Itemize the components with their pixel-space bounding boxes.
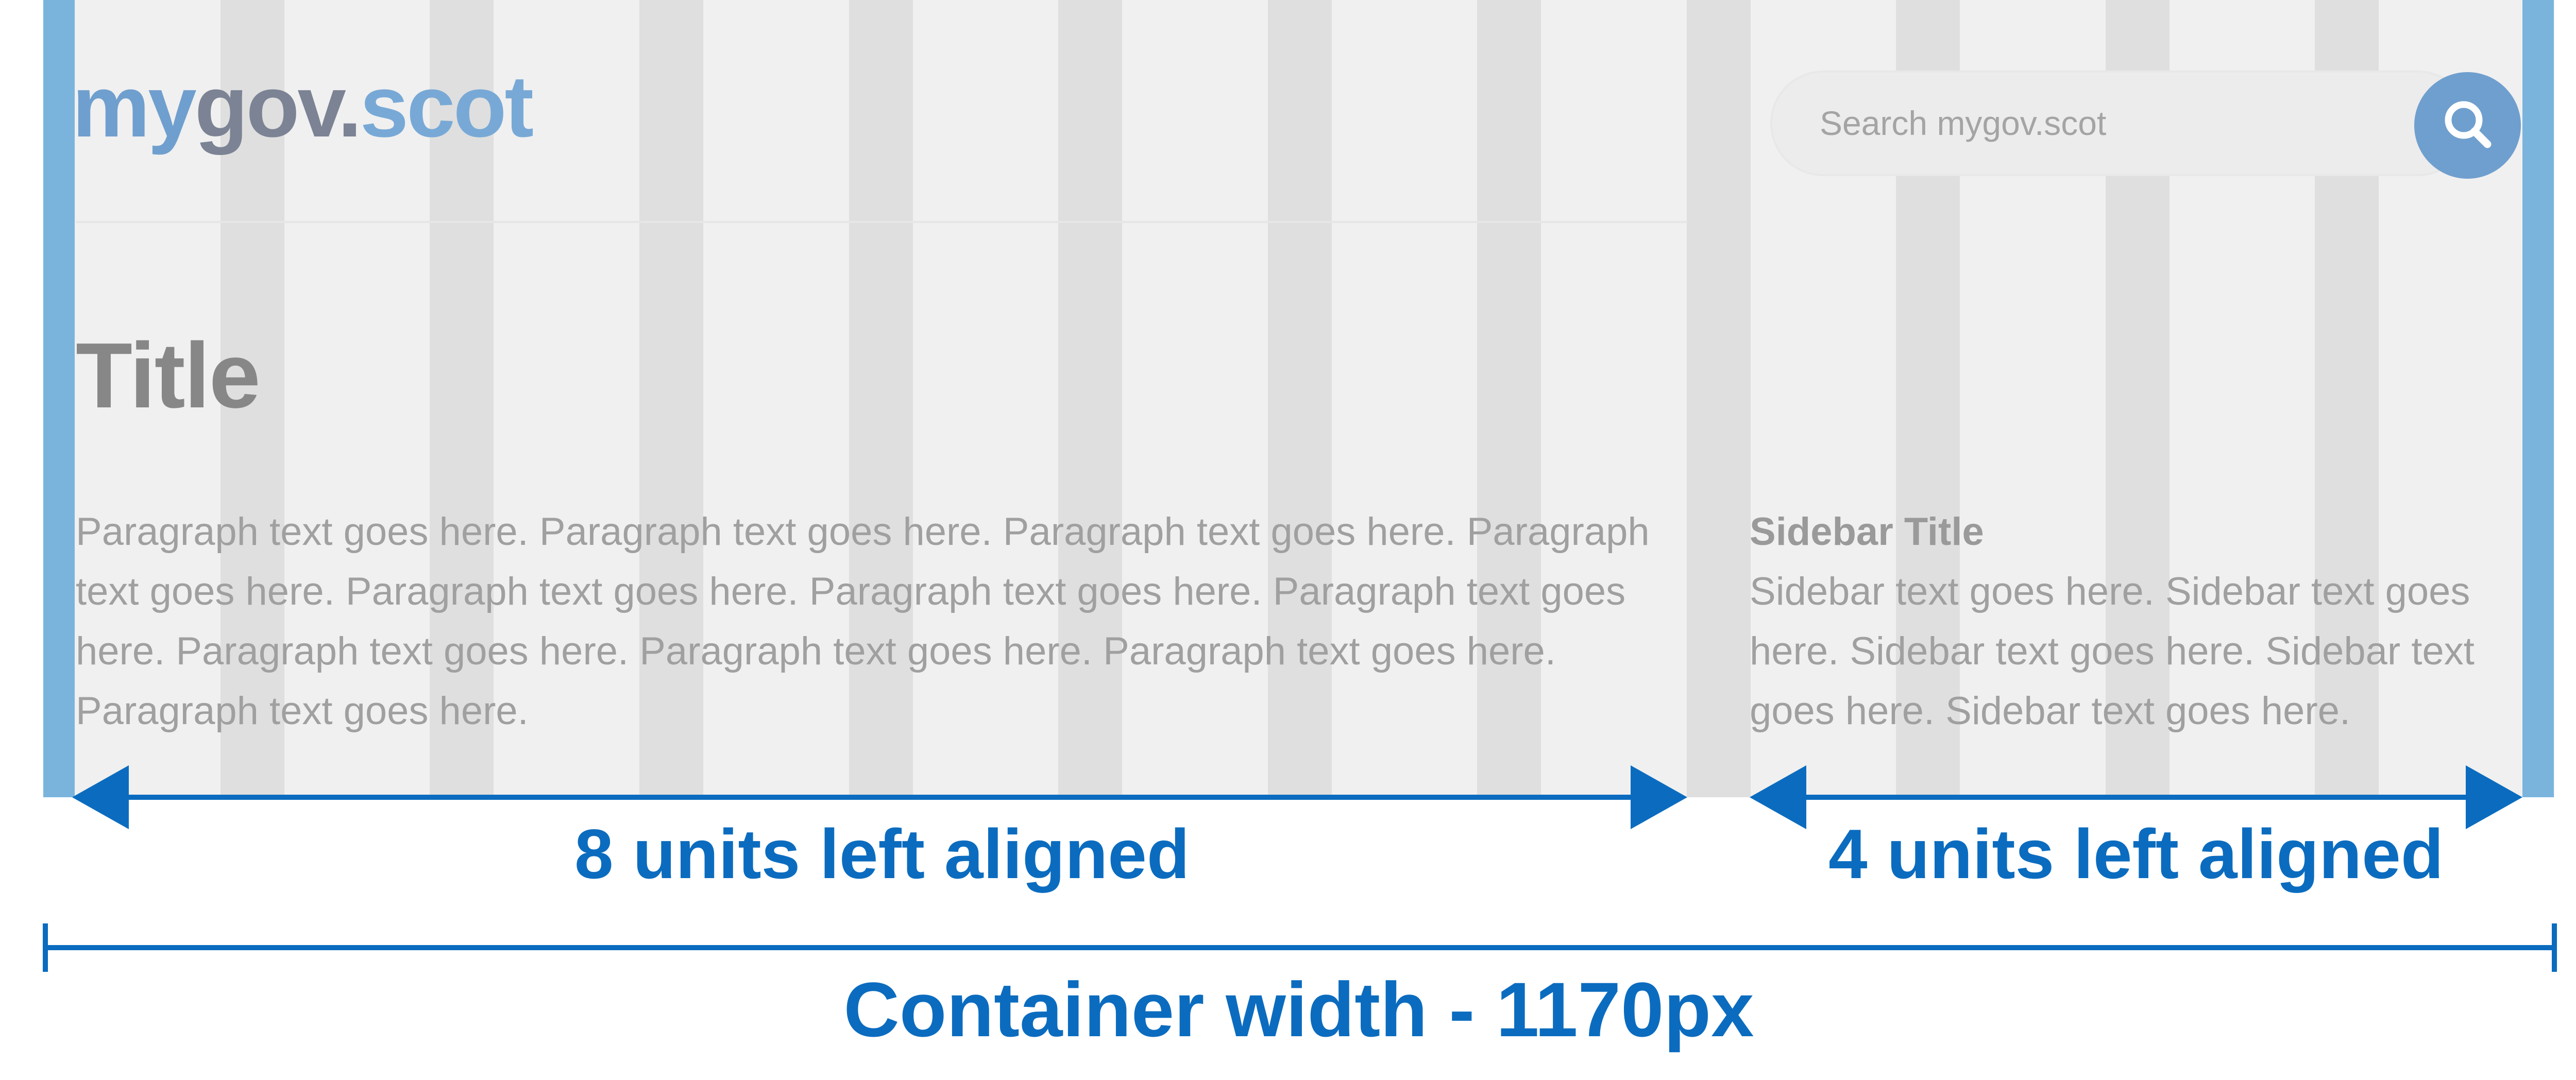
annotation-arrows [43, 765, 2557, 972]
main-column-annotation: 8 units left aligned [574, 815, 1190, 893]
container-width-annotation: Container width - 1170px [843, 966, 1754, 1053]
sidebar-column-annotation: 4 units left aligned [1828, 815, 2444, 893]
